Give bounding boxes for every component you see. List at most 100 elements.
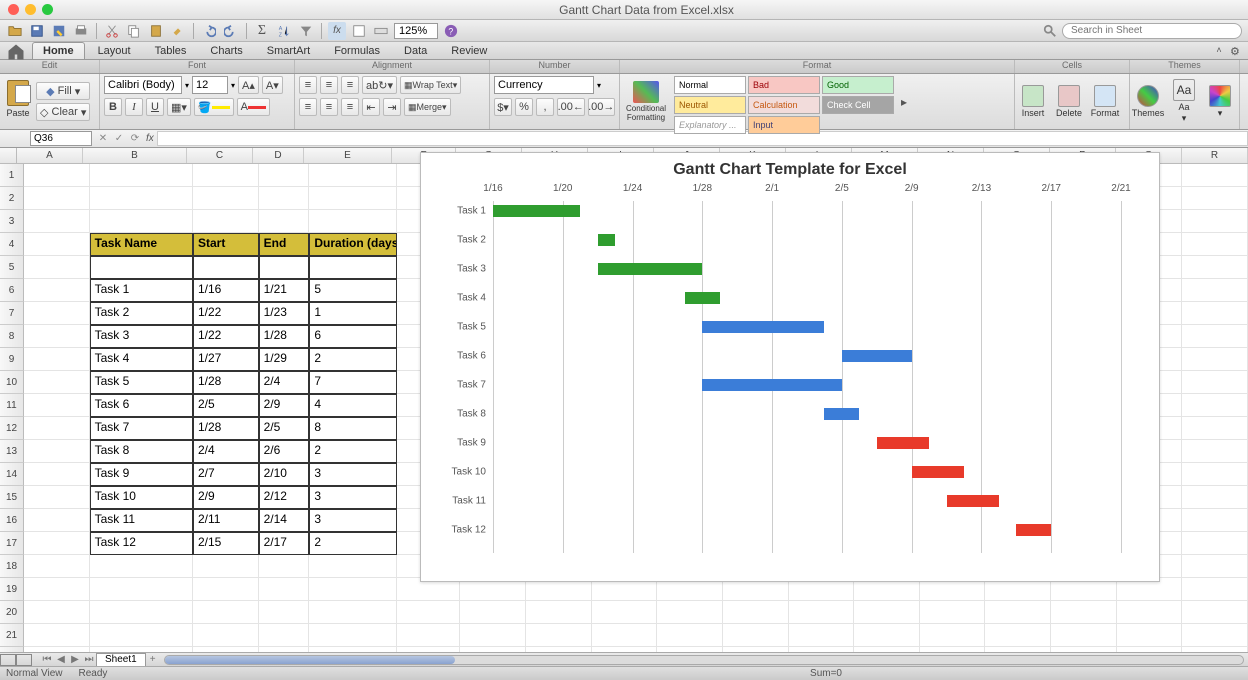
cell-C11[interactable]: 2/5 [193,394,259,417]
cell-E18[interactable] [309,555,396,578]
help-icon[interactable]: ? [442,22,460,40]
cell-H20[interactable] [526,601,592,624]
row-header-10[interactable]: 10 [0,371,24,394]
open-icon[interactable] [6,22,24,40]
zoom-window-button[interactable] [42,4,53,15]
cell-R13[interactable] [1182,440,1248,463]
align-left-button[interactable]: ≡ [299,98,317,116]
fx-reference-icon[interactable]: ⟳ [127,132,143,146]
cell-O20[interactable] [985,601,1051,624]
cell-E5[interactable] [309,256,396,279]
cell-D7[interactable]: 1/23 [259,302,310,325]
cell-R11[interactable] [1182,394,1248,417]
cell-B1[interactable] [90,164,193,187]
row-header-8[interactable]: 8 [0,325,24,348]
search-icon[interactable] [1041,22,1059,40]
cell-R4[interactable] [1182,233,1248,256]
underline-button[interactable]: U [146,98,164,116]
cell-R8[interactable] [1182,325,1248,348]
cell-D10[interactable]: 2/4 [259,371,310,394]
style-check-cell[interactable]: Check Cell [822,96,894,114]
cell-M21[interactable] [854,624,920,647]
accept-formula-icon[interactable]: ✓ [111,132,127,146]
cell-R5[interactable] [1182,256,1248,279]
cell-D1[interactable] [259,164,310,187]
delete-cells-button[interactable]: Delete [1051,74,1087,129]
style-neutral[interactable]: Neutral [674,96,746,114]
chart-bar-task-8[interactable] [824,408,859,420]
cell-B21[interactable] [90,624,193,647]
zoom-input[interactable]: 125% [394,23,438,39]
cell-R1[interactable] [1182,164,1248,187]
cell-A14[interactable] [24,463,90,486]
cell-C14[interactable]: 2/7 [193,463,259,486]
cell-K20[interactable] [723,601,789,624]
cell-A18[interactable] [24,555,90,578]
cell-A7[interactable] [24,302,90,325]
align-right-button[interactable]: ≡ [341,98,359,116]
cell-R3[interactable] [1182,210,1248,233]
sheet-tab[interactable]: Sheet1 [96,653,146,666]
cell-A4[interactable] [24,233,90,256]
cell-E2[interactable] [309,187,396,210]
row-header-18[interactable]: 18 [0,555,24,578]
style-good[interactable]: Good [822,76,894,94]
cell-R12[interactable] [1182,417,1248,440]
shrink-font-button[interactable]: A▾ [262,76,283,94]
tab-formulas[interactable]: Formulas [323,42,391,59]
cell-G20[interactable] [460,601,526,624]
style-calculation[interactable]: Calculation [748,96,820,114]
cell-A1[interactable] [24,164,90,187]
cell-D3[interactable] [259,210,310,233]
cell-P20[interactable] [1051,601,1117,624]
cell-C18[interactable] [193,555,259,578]
cell-C17[interactable]: 2/15 [193,532,259,555]
cell-D5[interactable] [259,256,310,279]
cell-A10[interactable] [24,371,90,394]
row-header-13[interactable]: 13 [0,440,24,463]
row-header-12[interactable]: 12 [0,417,24,440]
home-tab-icon[interactable] [6,45,26,59]
paste-button[interactable]: Paste [0,74,36,124]
cell-A19[interactable] [24,578,90,601]
show-formulas-icon[interactable]: fx [328,22,346,40]
decrease-decimal-button[interactable]: .00→ [588,98,616,116]
cell-D15[interactable]: 2/12 [259,486,310,509]
toggle-ruler-icon[interactable] [372,22,390,40]
row-headers[interactable]: 12345678910111213141516171819202122 [0,164,24,670]
cell-C20[interactable] [193,601,259,624]
cell-E14[interactable]: 3 [309,463,396,486]
chart-bar-task-2[interactable] [598,234,615,246]
cell-D20[interactable] [259,601,310,624]
cell-E7[interactable]: 1 [309,302,396,325]
cell-E6[interactable]: 5 [309,279,396,302]
cell-O21[interactable] [985,624,1051,647]
format-cells-button[interactable]: Format [1087,74,1123,129]
tab-review[interactable]: Review [440,42,498,59]
percent-button[interactable]: % [515,98,533,116]
chart-bar-task-5[interactable] [702,321,824,333]
cell-D11[interactable]: 2/9 [259,394,310,417]
theme-colors-button[interactable]: ▾ [1202,74,1238,129]
decrease-indent-button[interactable]: ⇤ [362,98,380,116]
col-header-E[interactable]: E [304,148,392,163]
orientation-button[interactable]: ab↻▾ [362,76,397,94]
comma-button[interactable]: , [536,98,554,116]
cell-C2[interactable] [193,187,259,210]
cell-C5[interactable] [193,256,259,279]
italic-button[interactable]: I [125,98,143,116]
cell-A20[interactable] [24,601,90,624]
cell-C15[interactable]: 2/9 [193,486,259,509]
row-header-20[interactable]: 20 [0,601,24,624]
toggle-gridlines-icon[interactable] [350,22,368,40]
cell-D4[interactable]: End [259,233,310,256]
cell-A16[interactable] [24,509,90,532]
cell-E10[interactable]: 7 [309,371,396,394]
cell-D19[interactable] [259,578,310,601]
row-header-6[interactable]: 6 [0,279,24,302]
cell-B5[interactable] [90,256,193,279]
row-header-3[interactable]: 3 [0,210,24,233]
increase-indent-button[interactable]: ⇥ [383,98,401,116]
search-input[interactable] [1062,23,1242,39]
col-header-B[interactable]: B [83,148,187,163]
